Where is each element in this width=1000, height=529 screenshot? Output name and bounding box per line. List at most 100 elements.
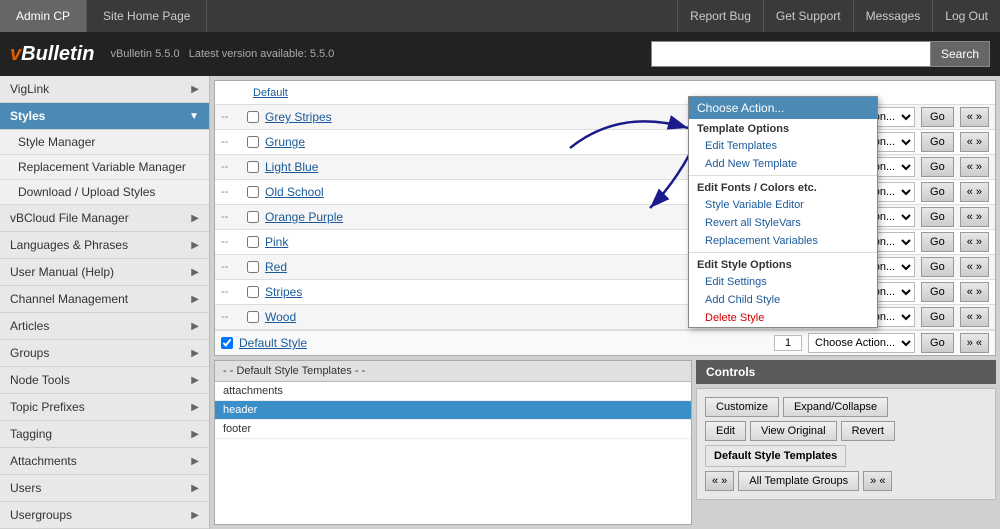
sidebar-item-style-manager[interactable]: Style Manager: [0, 130, 209, 155]
sidebar-item-attachments[interactable]: Attachments ▶: [0, 448, 209, 475]
style-count-orangepurple[interactable]: [774, 209, 802, 225]
style-link-red[interactable]: Red: [265, 260, 768, 274]
link-report-bug[interactable]: Report Bug: [677, 0, 763, 32]
search-button[interactable]: Search: [931, 41, 990, 67]
tab-site-home[interactable]: Site Home Page: [87, 0, 207, 32]
sidebar-item-vbcloud[interactable]: vBCloud File Manager ▶: [0, 205, 209, 232]
sidebar-item-node-tools[interactable]: Node Tools ▶: [0, 367, 209, 394]
go-button[interactable]: Go: [921, 257, 954, 277]
style-link-default[interactable]: Default Style: [239, 336, 768, 350]
style-checkbox-wood[interactable]: [247, 311, 259, 323]
style-count-lightblue[interactable]: [774, 159, 802, 175]
style-checkbox-pink[interactable]: [247, 236, 259, 248]
style-count-wood[interactable]: [774, 309, 802, 325]
sidebar-item-topic-prefixes[interactable]: Topic Prefixes ▶: [0, 394, 209, 421]
action-select-pink[interactable]: Choose Action...: [808, 232, 915, 252]
go-button[interactable]: Go: [921, 207, 954, 227]
style-checkbox-lightblue[interactable]: [247, 161, 259, 173]
style-checkbox-oldschool[interactable]: [247, 186, 259, 198]
all-template-groups-button[interactable]: All Template Groups: [738, 471, 859, 491]
go-button[interactable]: Go: [921, 307, 954, 327]
action-select-grey-stripes[interactable]: Choose Action...: [808, 107, 915, 127]
view-original-button[interactable]: View Original: [750, 421, 837, 441]
go-button[interactable]: Go: [921, 132, 954, 152]
nav-prev-button[interactable]: « »: [705, 471, 734, 491]
action-select-orangepurple[interactable]: Choose Action...: [808, 207, 915, 227]
customize-button[interactable]: Customize: [705, 397, 779, 417]
sidebar-item-styles[interactable]: Styles ▼: [0, 103, 209, 130]
style-link-stripes[interactable]: Stripes: [265, 285, 768, 299]
expand-collapse-button[interactable]: Expand/Collapse: [783, 397, 888, 417]
action-select-red[interactable]: Choose Action...: [808, 257, 915, 277]
action-select-lightblue[interactable]: Choose Action...: [808, 157, 915, 177]
action-select-wood[interactable]: Choose Action...: [808, 307, 915, 327]
template-item-attachments[interactable]: attachments: [215, 382, 691, 401]
style-checkbox-red[interactable]: [247, 261, 259, 273]
nav-button[interactable]: « »: [960, 207, 989, 227]
tab-admin-cp[interactable]: Admin CP: [0, 0, 87, 32]
nav-button[interactable]: « »: [960, 157, 989, 177]
nav-button[interactable]: « »: [960, 132, 989, 152]
template-item-footer[interactable]: footer: [215, 420, 691, 439]
nav-button[interactable]: « »: [960, 257, 989, 277]
style-link-oldschool[interactable]: Old School: [265, 185, 768, 199]
style-count-red[interactable]: [774, 259, 802, 275]
style-link-grey-stripes[interactable]: Grey Stripes: [265, 110, 768, 124]
action-select-default[interactable]: Choose Action...: [808, 333, 915, 353]
link-messages[interactable]: Messages: [853, 0, 933, 32]
style-count-default[interactable]: [774, 335, 802, 351]
link-get-support[interactable]: Get Support: [763, 0, 853, 32]
sidebar-item-users[interactable]: Users ▶: [0, 475, 209, 502]
style-count-oldschool[interactable]: [774, 184, 802, 200]
nav-button[interactable]: « »: [960, 232, 989, 252]
link-logout[interactable]: Log Out: [932, 0, 1000, 32]
go-button[interactable]: Go: [921, 232, 954, 252]
sidebar-item-user-manual[interactable]: User Manual (Help) ▶: [0, 259, 209, 286]
nav-button[interactable]: « »: [960, 307, 989, 327]
nav-button[interactable]: « »: [960, 182, 989, 202]
search-input[interactable]: [651, 41, 931, 67]
go-button[interactable]: Go: [921, 182, 954, 202]
controls-buttons: Customize Expand/Collapse Edit View Orig…: [696, 388, 996, 500]
sidebar-item-usergroups[interactable]: Usergroups ▶: [0, 502, 209, 529]
go-button-default[interactable]: Go: [921, 333, 954, 353]
style-count-grey-stripes[interactable]: [774, 109, 802, 125]
default-style-checkbox[interactable]: [221, 337, 233, 349]
template-item-header[interactable]: header: [215, 401, 691, 420]
controls-row-3: « » All Template Groups » «: [705, 471, 987, 491]
style-checkbox-orangepurple[interactable]: [247, 211, 259, 223]
style-checkbox-grunge[interactable]: [247, 136, 259, 148]
go-button[interactable]: Go: [921, 107, 954, 127]
nav-button[interactable]: « »: [960, 282, 989, 302]
sidebar-item-channel-mgmt[interactable]: Channel Management ▶: [0, 286, 209, 313]
nav-next-button[interactable]: » «: [863, 471, 892, 491]
go-button[interactable]: Go: [921, 157, 954, 177]
style-link-orangepurple[interactable]: Orange Purple: [265, 210, 768, 224]
style-checkbox-grey-stripes[interactable]: [247, 111, 259, 123]
style-link-pink[interactable]: Pink: [265, 235, 768, 249]
breadcrumb-link[interactable]: Default: [247, 85, 294, 101]
sidebar-item-languages[interactable]: Languages & Phrases ▶: [0, 232, 209, 259]
edit-button[interactable]: Edit: [705, 421, 746, 441]
go-button[interactable]: Go: [921, 282, 954, 302]
sidebar-item-groups[interactable]: Groups ▶: [0, 340, 209, 367]
style-count-pink[interactable]: [774, 234, 802, 250]
action-select-oldschool[interactable]: Choose Action...: [808, 182, 915, 202]
style-count-grunge[interactable]: [774, 134, 802, 150]
revert-button[interactable]: Revert: [841, 421, 895, 441]
style-link-wood[interactable]: Wood: [265, 310, 768, 324]
sidebar-item-replacement-vars[interactable]: Replacement Variable Manager: [0, 155, 209, 180]
nav-button-default[interactable]: » «: [960, 333, 989, 353]
sidebar-item-download-upload[interactable]: Download / Upload Styles: [0, 180, 209, 205]
style-link-lightblue[interactable]: Light Blue: [265, 160, 768, 174]
style-count-stripes[interactable]: [774, 284, 802, 300]
sidebar-item-articles[interactable]: Articles ▶: [0, 313, 209, 340]
sidebar-item-tagging[interactable]: Tagging ▶: [0, 421, 209, 448]
action-select-grunge[interactable]: Choose Action...: [808, 132, 915, 152]
sidebar-item-viglink[interactable]: VigLink ▶: [0, 76, 209, 103]
action-select-stripes[interactable]: Choose Action...: [808, 282, 915, 302]
version-info: vBulletin 5.5.0 Latest version available…: [110, 48, 334, 60]
style-link-grunge[interactable]: Grunge: [265, 135, 768, 149]
style-checkbox-stripes[interactable]: [247, 286, 259, 298]
nav-button[interactable]: « »: [960, 107, 989, 127]
